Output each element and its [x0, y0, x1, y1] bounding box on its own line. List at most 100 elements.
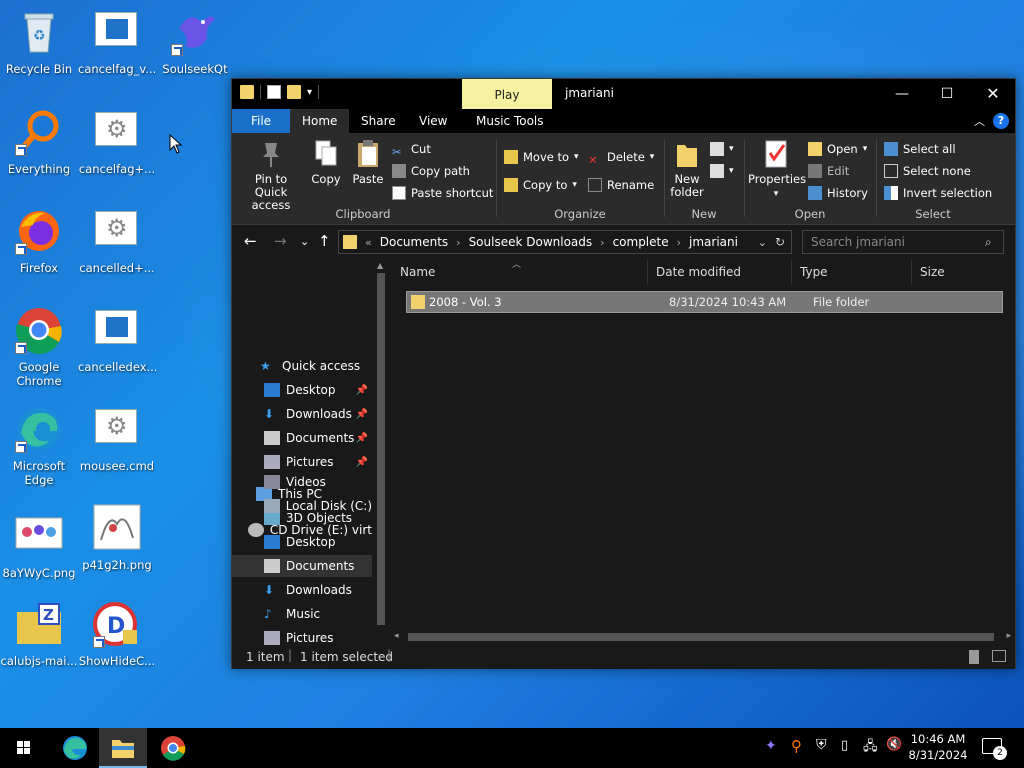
- easy-access-button[interactable]: ▾: [710, 161, 734, 181]
- new-item-button[interactable]: ▾: [710, 139, 734, 159]
- invert-selection-button[interactable]: Invert selection: [884, 183, 992, 203]
- new-folder-button[interactable]: New folder: [668, 139, 706, 199]
- desktop-icon-cancelfag-plus[interactable]: cancelfag+...: [78, 104, 156, 186]
- desktop-icon-soulseekqt[interactable]: SoulseekQt: [156, 4, 234, 86]
- open-button[interactable]: Open ▾: [808, 139, 867, 159]
- volume-muted-icon[interactable]: 🔇: [886, 737, 902, 752]
- nav-cd-drive[interactable]: CD Drive (E:) virt: [232, 519, 372, 541]
- history-button[interactable]: History: [808, 183, 868, 203]
- qat-dropdown-icon[interactable]: ▾: [307, 87, 312, 98]
- nav-qa-pictures[interactable]: Pictures 📌: [232, 451, 372, 473]
- taskbar-file-explorer[interactable]: [99, 728, 147, 768]
- edit-button[interactable]: Edit: [808, 161, 849, 181]
- rename-button[interactable]: Rename: [588, 175, 654, 195]
- search-icon[interactable]: ⌕: [985, 235, 992, 250]
- usb-device-icon[interactable]: ▯: [841, 738, 848, 753]
- taskbar-chrome[interactable]: [149, 728, 197, 768]
- select-all-button[interactable]: Select all: [884, 139, 956, 159]
- desktop-icon-cancelled-plus[interactable]: cancelled+...: [78, 203, 156, 285]
- close-button[interactable]: ✕: [970, 79, 1016, 109]
- tab-share[interactable]: Share: [349, 109, 408, 133]
- column-type[interactable]: Type: [792, 259, 912, 285]
- taskbar-edge[interactable]: [50, 728, 98, 768]
- soulseek-tray-icon[interactable]: ✦: [765, 738, 777, 754]
- address-box[interactable]: « Documents › Soulseek Downloads › compl…: [338, 230, 792, 254]
- scroll-up-icon[interactable]: ▲: [377, 261, 383, 270]
- desktop-icon-recycle-bin[interactable]: ♻ Recycle Bin: [0, 4, 78, 86]
- breadcrumb-soulseek-downloads[interactable]: Soulseek Downloads: [469, 235, 593, 249]
- tab-file[interactable]: File: [232, 109, 290, 133]
- column-date-modified[interactable]: Date modified: [648, 259, 792, 285]
- delete-button[interactable]: ✕ Delete ▾: [588, 147, 654, 167]
- scroll-right-icon[interactable]: ▸: [1006, 631, 1011, 641]
- nav-local-disk[interactable]: Local Disk (C:): [232, 495, 372, 517]
- help-icon[interactable]: ?: [993, 113, 1009, 129]
- breadcrumb-documents[interactable]: Documents: [380, 235, 448, 249]
- paste-button[interactable]: Paste: [348, 139, 388, 186]
- breadcrumb-jmariani[interactable]: jmariani: [689, 235, 738, 249]
- properties-check-icon[interactable]: [267, 85, 281, 99]
- desktop-icon-showhidec[interactable]: D ShowHideC...: [78, 596, 156, 678]
- clock[interactable]: 10:46 AM 8/31/2024: [906, 732, 970, 762]
- collapse-ribbon-icon[interactable]: ︿: [974, 113, 985, 129]
- tab-play-context[interactable]: Play: [462, 79, 552, 109]
- nav-scroll-thumb[interactable]: [377, 273, 385, 625]
- properties-button[interactable]: Properties ▾: [748, 139, 806, 201]
- up-arrow-icon[interactable]: ↑: [318, 232, 331, 250]
- edge-icon: [63, 736, 87, 760]
- forward-arrow-icon[interactable]: →: [274, 232, 287, 250]
- nav-quick-access[interactable]: ★ Quick access: [232, 355, 372, 377]
- nav-qa-desktop[interactable]: Desktop 📌: [232, 379, 372, 401]
- recent-dropdown-icon[interactable]: ⌄: [300, 235, 309, 248]
- column-size[interactable]: Size: [912, 259, 992, 285]
- breadcrumb-complete[interactable]: complete: [613, 235, 669, 249]
- cut-button[interactable]: ✂ Cut: [392, 139, 431, 159]
- everything-tray-icon[interactable]: ⚲: [791, 737, 802, 755]
- table-row[interactable]: 2008 - Vol. 3 8/31/2024 10:43 AM File fo…: [406, 291, 1003, 313]
- refresh-icon[interactable]: ↻: [775, 235, 785, 249]
- copy-button[interactable]: Copy: [308, 139, 344, 186]
- search-input[interactable]: Search jmariani: [802, 230, 1004, 254]
- new-item-icon: [710, 142, 724, 156]
- desktop-icon-firefox[interactable]: Firefox: [0, 203, 78, 285]
- address-dropdown-icon[interactable]: ⌄: [758, 236, 767, 249]
- desktop-icon-mousee[interactable]: mousee.cmd: [78, 401, 156, 483]
- pictures-icon: [264, 455, 280, 469]
- h-scroll-thumb[interactable]: [408, 633, 994, 641]
- back-arrow-icon[interactable]: ←: [244, 232, 257, 250]
- select-none-icon: [884, 164, 898, 178]
- large-icons-view-icon[interactable]: [992, 650, 1006, 662]
- pin-quick-access-button[interactable]: Pin to Quick access: [238, 139, 304, 212]
- new-folder-icon[interactable]: [287, 85, 301, 99]
- desktop-icon-everything[interactable]: Everything: [0, 104, 78, 186]
- security-shield-icon[interactable]: ⛨: [816, 737, 827, 753]
- network-icon[interactable]: 🖧: [863, 737, 878, 759]
- desktop-icon-edge[interactable]: Microsoft Edge: [0, 401, 78, 487]
- desktop-icon-8aywyc[interactable]: 8aYWyC.png: [0, 508, 78, 590]
- tab-home[interactable]: Home: [290, 109, 350, 133]
- start-button[interactable]: [0, 728, 48, 768]
- minimize-button[interactable]: —: [879, 79, 925, 109]
- tab-music-tools[interactable]: Music Tools: [464, 109, 556, 133]
- nav-qa-downloads[interactable]: ⬇ Downloads 📌: [232, 403, 372, 425]
- copy-path-button[interactable]: Copy path: [392, 161, 470, 181]
- copy-to-button[interactable]: Copy to ▾: [504, 175, 577, 195]
- paste-shortcut-button[interactable]: Paste shortcut: [392, 183, 493, 203]
- nav-scrollbar[interactable]: ▲: [374, 259, 388, 645]
- tab-view[interactable]: View: [407, 109, 459, 133]
- desktop-icon-calubjs[interactable]: Z calubjs-mai...: [0, 596, 78, 678]
- column-name[interactable]: Name: [392, 259, 648, 285]
- desktop-icon-cancelledex[interactable]: cancelledex...: [78, 302, 156, 384]
- desktop-icon-cancelfag-v[interactable]: cancelfag_v...: [78, 4, 156, 86]
- desktop-icon-chrome[interactable]: Google Chrome: [0, 302, 78, 388]
- select-none-button[interactable]: Select none: [884, 161, 971, 181]
- file-hscrollbar[interactable]: ◂ ▸: [390, 630, 1015, 644]
- edge-icon: [15, 405, 63, 453]
- nav-videos[interactable]: Videos: [232, 471, 372, 493]
- scroll-left-icon[interactable]: ◂: [394, 631, 399, 641]
- details-view-icon[interactable]: [969, 650, 979, 664]
- maximize-button[interactable]: ☐: [924, 79, 970, 109]
- move-to-button[interactable]: Move to ▾: [504, 147, 579, 167]
- desktop-icon-p41g2h[interactable]: p41g2h.png: [78, 500, 156, 582]
- nav-qa-documents[interactable]: Documents 📌: [232, 427, 372, 449]
